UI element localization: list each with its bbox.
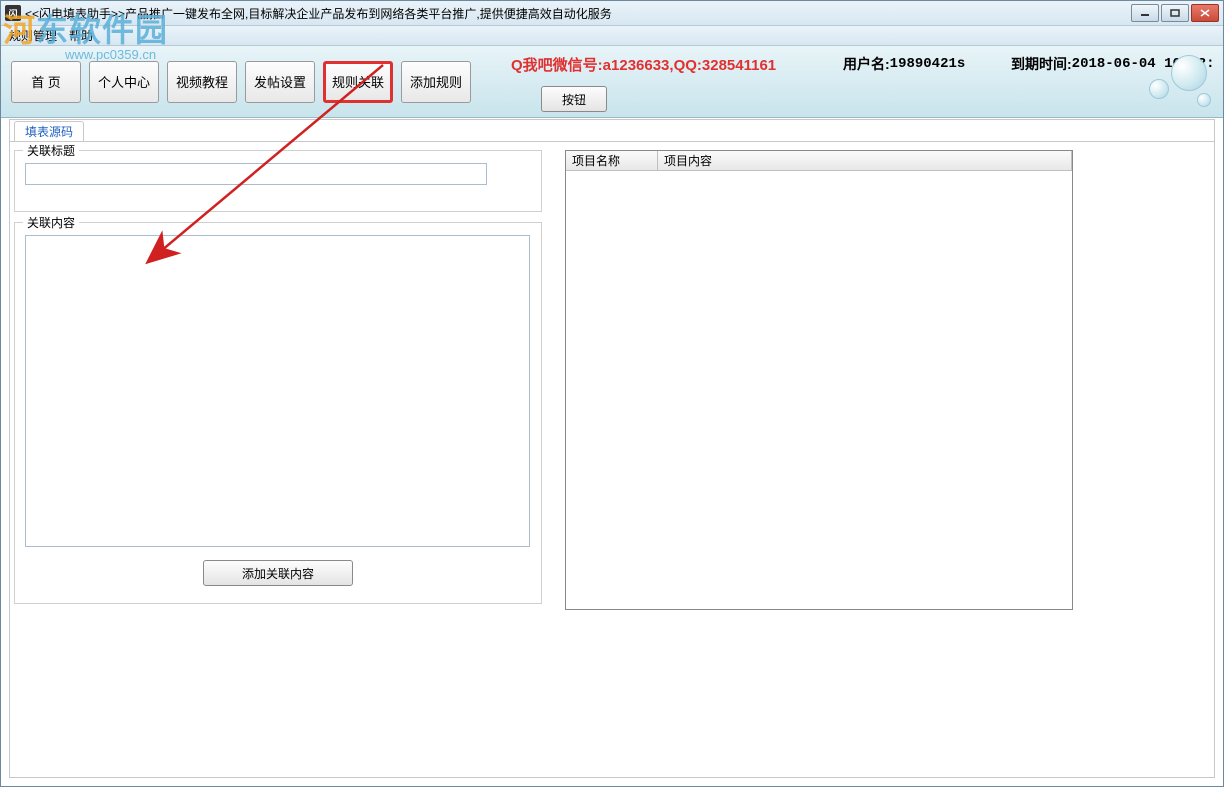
col-item-name[interactable]: 项目名称 [566,151,658,170]
menu-rule-manage[interactable]: 规则管理 [9,27,57,44]
assoc-title-group: 关联标题 [14,150,542,212]
assoc-content-label: 关联内容 [23,214,79,231]
window-title: <<闪电填表助手>>产品推广一键发布全网,目标解决企业产品发布到网络各类平台推广… [25,5,1131,22]
minimize-button[interactable] [1131,4,1159,22]
app-window: 闪 <<闪电填表助手>>产品推广一键发布全网,目标解决企业产品发布到网络各类平台… [0,0,1224,787]
add-assoc-content-button[interactable]: 添加关联内容 [203,560,353,586]
menu-help[interactable]: 帮助 [69,27,93,44]
rule-assoc-button[interactable]: 规则关联 [323,61,393,103]
content-area: 填表源码 关联标题 关联内容 添加关联内容 项目名称 项目内容 [9,119,1215,778]
menubar: 规则管理 帮助 [1,26,1223,46]
post-settings-button[interactable]: 发帖设置 [245,61,315,103]
video-tutorial-button[interactable]: 视频教程 [167,61,237,103]
tab-strip: 填表源码 [10,120,1214,142]
toolbar: 首 页 个人中心 视频教程 发帖设置 规则关联 添加规则 Q我吧微信号:a123… [1,46,1223,118]
add-rule-button[interactable]: 添加规则 [401,61,471,103]
sub-button[interactable]: 按钮 [541,86,607,112]
tab-form-source[interactable]: 填表源码 [14,121,84,141]
assoc-content-textarea[interactable] [25,235,530,547]
assoc-content-group: 关联内容 添加关联内容 [14,222,542,604]
app-icon: 闪 [5,5,21,21]
window-controls [1131,4,1219,22]
col-item-content[interactable]: 项目内容 [658,151,1072,170]
home-button[interactable]: 首 页 [11,61,81,103]
promo-text: Q我吧微信号:a1236633,QQ:328541161 [511,54,776,75]
table-header: 项目名称 项目内容 [566,151,1072,171]
item-table[interactable]: 项目名称 项目内容 [565,150,1073,610]
assoc-title-input[interactable] [25,163,487,185]
user-info: 用户名: 19890421s [843,54,965,74]
assoc-title-label: 关联标题 [23,142,79,159]
maximize-button[interactable] [1161,4,1189,22]
decoration-bubbles [1133,51,1213,111]
user-center-button[interactable]: 个人中心 [89,61,159,103]
titlebar: 闪 <<闪电填表助手>>产品推广一键发布全网,目标解决企业产品发布到网络各类平台… [1,1,1223,26]
panel-container: 关联标题 关联内容 添加关联内容 项目名称 项目内容 [10,142,1214,777]
close-button[interactable] [1191,4,1219,22]
